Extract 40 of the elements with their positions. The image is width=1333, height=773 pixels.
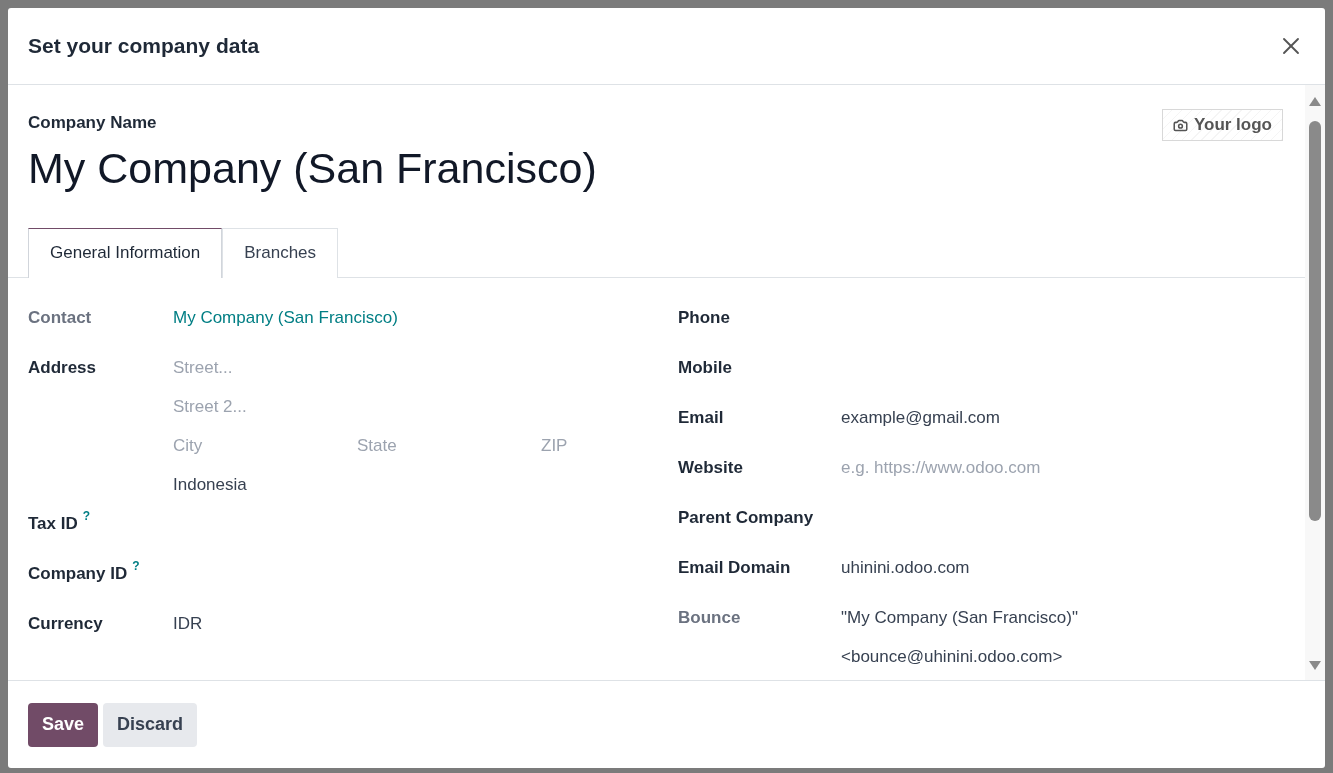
- company-name: My Company (San Francisco): [28, 142, 597, 194]
- scroll-down-icon: [1309, 661, 1321, 670]
- scrollbar[interactable]: [1305, 85, 1325, 680]
- field-label: Currency: [28, 612, 103, 635]
- company-name-label: Company Name: [28, 112, 158, 134]
- field-label: Mobile: [678, 356, 732, 379]
- tab[interactable]: Branches: [222, 227, 339, 278]
- contact-link[interactable]: My Company (San Francisco): [173, 304, 398, 330]
- field-label: Bounce: [678, 606, 741, 629]
- field-label: Parent Company: [678, 506, 814, 529]
- field-label: Tax ID: [28, 512, 78, 535]
- discard-button[interactable]: Discard: [103, 702, 198, 747]
- save-button[interactable]: Save: [28, 702, 99, 747]
- field-value: Indonesia: [173, 473, 247, 496]
- field-value: "My Company (San Francisco)": [841, 606, 1078, 629]
- placeholder-text: City: [173, 434, 204, 457]
- scroll-up-icon: [1309, 97, 1321, 106]
- help-mark[interactable]: ?: [82, 506, 91, 525]
- placeholder-text: Street...: [173, 356, 233, 379]
- scrollbar-thumb[interactable]: [1309, 121, 1321, 521]
- dialog-title: Set your company data: [28, 33, 260, 60]
- field-label: Company ID: [28, 562, 128, 585]
- camera-icon: [1172, 117, 1188, 133]
- placeholder-text: e.g. https://www.odoo.com: [841, 456, 1041, 479]
- placeholder-text: State: [357, 434, 398, 457]
- field-value: IDR: [173, 612, 203, 635]
- placeholder-text: ZIP: [541, 434, 569, 457]
- field-value: example@gmail.com: [841, 406, 1000, 429]
- field-label: Website: [678, 456, 743, 479]
- tab[interactable]: General Information: [28, 227, 223, 278]
- field-label: Email Domain: [678, 556, 791, 579]
- logo-button[interactable]: Your logo: [1161, 109, 1283, 141]
- field-value: uhinini.odoo.com: [841, 556, 970, 579]
- field-label: Address: [28, 356, 97, 379]
- help-mark[interactable]: ?: [132, 556, 140, 575]
- field-value: <bounce@uhinini.odoo.com>: [841, 645, 1063, 668]
- field-label: Contact: [28, 306, 92, 329]
- field-label: Email: [678, 406, 724, 429]
- field-label: Phone: [678, 306, 730, 329]
- placeholder-text: Street 2...: [173, 395, 247, 418]
